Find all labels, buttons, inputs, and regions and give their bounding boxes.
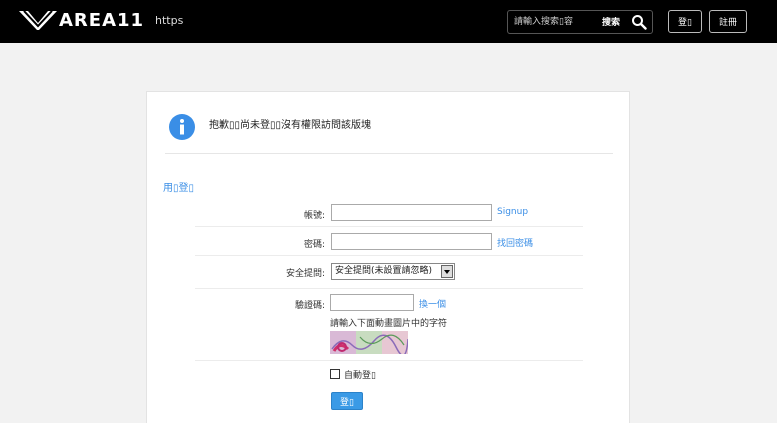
- submit-login-button[interactable]: 登▯: [331, 392, 363, 410]
- info-icon: [169, 114, 195, 140]
- security-question-select[interactable]: 安全提問(未設置請忽略): [331, 263, 455, 280]
- username-input[interactable]: [331, 204, 492, 221]
- row-divider: [195, 288, 583, 289]
- login-button[interactable]: 登▯: [668, 10, 702, 33]
- password-label: 密碼:: [303, 240, 325, 250]
- site-logo[interactable]: AREA11: [18, 7, 144, 33]
- forgot-password-link[interactable]: 找回密碼: [497, 236, 533, 249]
- security-question-value: 安全提問(未設置請忽略): [335, 266, 433, 276]
- top-navbar: AREA11 https 搜索 登▯ 註冊: [0, 0, 777, 43]
- auto-login-checkbox[interactable]: [330, 369, 340, 379]
- signup-link[interactable]: Signup: [497, 207, 528, 217]
- captcha-hint: 請輸入下面動畫圖片中的字符: [330, 319, 448, 329]
- row-divider: [195, 226, 583, 227]
- search-input[interactable]: [514, 14, 596, 30]
- logo-text: AREA11: [59, 9, 145, 31]
- captcha-refresh-link[interactable]: 換一個: [419, 297, 446, 310]
- protocol-label: https: [155, 14, 184, 27]
- password-input[interactable]: [331, 233, 492, 250]
- chevron-down-icon[interactable]: [441, 265, 453, 278]
- search-button[interactable]: 搜索: [602, 15, 620, 28]
- login-card: 抱歉▯▯尚未登▯▯沒有權限訪問該版塊 用▯登▯ 帳號: Signup 密碼: 找…: [146, 91, 630, 423]
- captcha-label: 驗證碼:: [294, 301, 325, 311]
- notice-message: 抱歉▯▯尚未登▯▯沒有權限訪問該版塊: [209, 120, 372, 131]
- divider: [165, 153, 613, 154]
- row-divider: [195, 255, 583, 256]
- security-question-label: 安全提問:: [285, 269, 325, 279]
- search-box: 搜索: [507, 10, 653, 34]
- captcha-input[interactable]: [330, 294, 414, 311]
- username-label: 帳號:: [303, 211, 325, 221]
- logo-wings-icon: [19, 10, 57, 30]
- row-divider: [195, 360, 583, 361]
- section-title: 用▯登▯: [163, 183, 195, 194]
- search-icon[interactable]: [631, 14, 647, 30]
- captcha-image: [330, 331, 408, 354]
- auto-login-label: 自動登▯: [344, 371, 376, 381]
- register-button[interactable]: 註冊: [709, 10, 747, 33]
